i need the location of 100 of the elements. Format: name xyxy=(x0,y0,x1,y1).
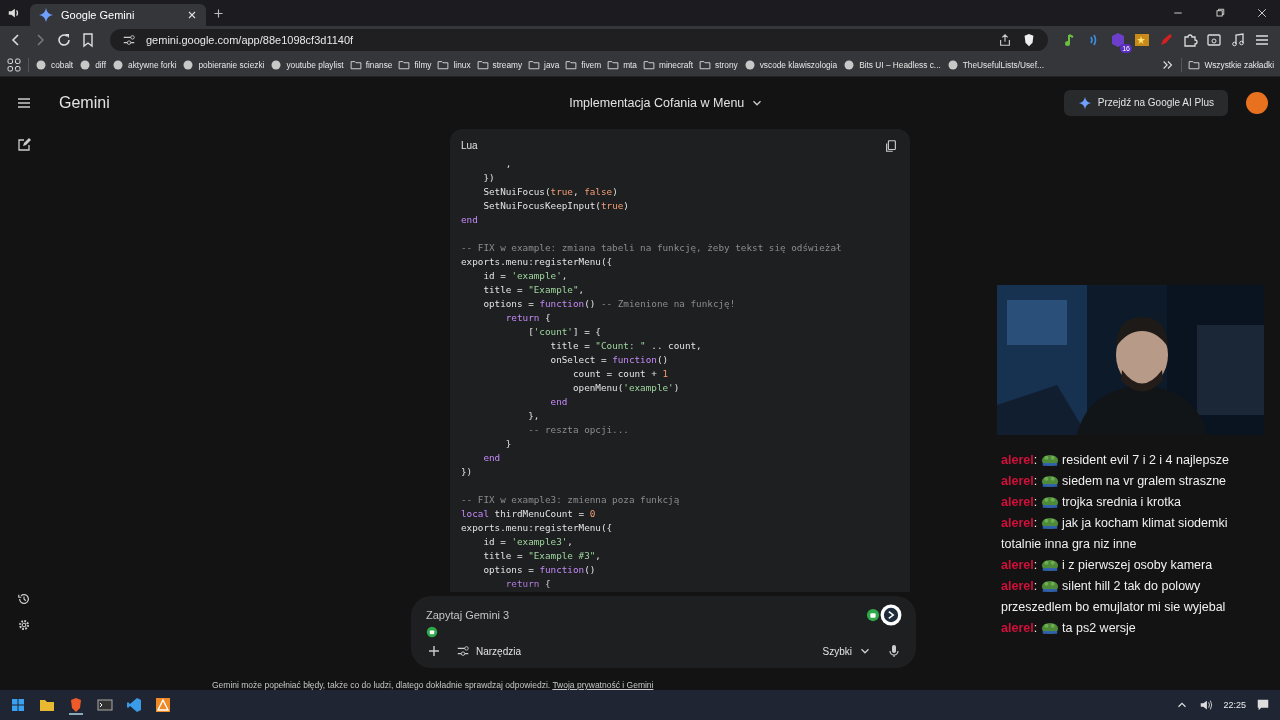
bookmark[interactable]: minecraft xyxy=(642,59,694,71)
bookmark[interactable]: finanse xyxy=(349,59,393,71)
address-bar[interactable]: gemini.google.com/app/88e1098cf3d1140f xyxy=(110,29,1048,51)
folder-icon xyxy=(607,59,620,71)
folder-icon xyxy=(642,59,655,71)
notification-icon[interactable] xyxy=(1256,698,1270,712)
code-language: Lua xyxy=(461,140,478,152)
code-line: local thirdMenuCount = 0 xyxy=(461,506,597,521)
share-icon[interactable] xyxy=(998,33,1012,47)
bookmark[interactable]: diff xyxy=(79,59,107,71)
bookmark[interactable]: streamy xyxy=(476,59,523,71)
folder-icon[interactable] xyxy=(39,697,55,713)
code-line: SetNuiFocusKeepInput(true) xyxy=(482,198,630,213)
code-line: }, xyxy=(527,408,541,423)
site-icon xyxy=(182,59,195,71)
code-line: } xyxy=(504,436,513,451)
code-line: end xyxy=(482,450,502,465)
prompt-input[interactable]: Zapytaj Gemini 3 xyxy=(426,609,866,622)
tune-icon xyxy=(456,644,470,659)
puzzle-icon[interactable] xyxy=(1182,32,1198,48)
close-icon[interactable] xyxy=(186,9,198,21)
restore-icon[interactable] xyxy=(1214,7,1226,19)
site-icon xyxy=(79,59,92,71)
folder-icon xyxy=(349,59,362,71)
new-tab-icon[interactable] xyxy=(212,6,225,20)
menu-icon[interactable] xyxy=(16,95,32,111)
code-line: ['count'] = { xyxy=(527,324,602,339)
clock[interactable]: 22:25 xyxy=(1223,700,1246,710)
windows-icon[interactable] xyxy=(10,697,26,713)
bookmark[interactable]: vscode klawiszologia xyxy=(743,59,838,71)
code-editor-icon[interactable] xyxy=(126,697,142,713)
code-line: options = function() xyxy=(482,562,597,577)
upgrade-button[interactable]: Przejdź na Google AI Plus xyxy=(1063,89,1228,116)
folder-icon xyxy=(565,59,578,71)
folder-icon xyxy=(437,59,450,71)
history-icon[interactable] xyxy=(17,592,31,606)
mode-dropdown[interactable]: Szybki xyxy=(818,642,876,661)
site-icon xyxy=(946,59,959,71)
bookmark-icon[interactable] xyxy=(80,32,96,48)
triangle-icon[interactable] xyxy=(155,697,171,713)
folder-icon xyxy=(1188,59,1201,71)
site-icon xyxy=(270,59,283,71)
frog-emote-icon xyxy=(1040,474,1059,487)
frog-emote-icon xyxy=(1040,495,1059,508)
microphone-icon[interactable] xyxy=(886,643,902,660)
browser-tab[interactable]: Google Gemini xyxy=(30,4,206,26)
close-icon[interactable] xyxy=(1256,7,1268,19)
edit-icon[interactable] xyxy=(16,137,32,153)
frog-emote-icon xyxy=(1040,453,1059,466)
bookmark[interactable]: filmy xyxy=(398,59,432,71)
window-icon[interactable] xyxy=(1206,32,1222,48)
settings-icon[interactable] xyxy=(17,618,31,632)
bookmark[interactable]: linux xyxy=(437,59,471,71)
music-icon[interactable] xyxy=(1230,32,1246,48)
chat-message: alerel: trojka srednia i krotka xyxy=(1001,494,1182,511)
code-line: end xyxy=(549,394,569,409)
bookmark[interactable]: cobalt xyxy=(35,59,74,71)
speaker-icon[interactable] xyxy=(7,6,21,20)
code-line: return { xyxy=(504,310,552,325)
code-line: -- FIX w example3: zmienna poza funkcją xyxy=(461,492,681,507)
bookmark[interactable]: pobieranie sciezki xyxy=(182,59,265,71)
frog-emote-icon xyxy=(1040,516,1059,529)
terminal-icon[interactable] xyxy=(97,697,113,713)
copy-icon[interactable] xyxy=(884,138,898,153)
chat-message: alerel: i z pierwszej osoby kamera xyxy=(1001,557,1214,574)
code-line: exports.menu:registerMenu({ xyxy=(461,520,614,535)
gemini-logo[interactable]: Gemini xyxy=(59,93,110,112)
bookmark[interactable]: java xyxy=(528,59,560,71)
site-icon xyxy=(743,59,756,71)
code-line: options = function() -- Zmienione na funkcję! xyxy=(482,296,737,311)
bookmark[interactable]: mta xyxy=(607,59,637,71)
privacy-link[interactable]: Twoja prywatność i Gemini xyxy=(552,680,654,690)
bookmark[interactable]: strony xyxy=(699,59,738,71)
site-icon xyxy=(35,59,47,71)
bookmark[interactable]: youtube playlist xyxy=(270,59,344,71)
bookmark[interactable]: fivem xyxy=(565,59,602,71)
chat-message: alerel: siedem na vr gralem straszne xyxy=(1001,473,1228,490)
conversation-title[interactable]: Implementacja Cofania w Menu xyxy=(569,95,765,110)
bookmark[interactable]: aktywne forki xyxy=(112,59,177,71)
bookmark[interactable]: Bits UI – Headless c... xyxy=(843,59,941,71)
code-line: onSelect = function() xyxy=(549,352,670,367)
code-line: end xyxy=(461,212,479,227)
shield-icon[interactable] xyxy=(1022,33,1036,47)
code-line: title = "Example", xyxy=(482,282,586,297)
extension-icon xyxy=(426,626,438,639)
assistant-icon[interactable] xyxy=(880,604,902,627)
bookmark[interactable]: TheUsefulLists/Usef... xyxy=(946,59,1044,71)
bookmark[interactable]: Wszystkie zakładki xyxy=(1188,59,1274,71)
code-line: exports.menu:registerMenu({ xyxy=(461,254,614,269)
reload-icon[interactable] xyxy=(56,32,72,48)
speaker-icon[interactable] xyxy=(1199,698,1214,712)
apps-icon[interactable] xyxy=(6,57,22,73)
sparkle-icon xyxy=(38,7,54,23)
menu-icon[interactable] xyxy=(1254,32,1270,48)
avatar[interactable] xyxy=(1246,91,1268,114)
tools-button[interactable]: Narzędzia xyxy=(452,642,526,661)
code-line: -- reszta opcji... xyxy=(527,422,630,437)
code-line: id = 'example3', xyxy=(482,534,574,549)
frog-emote-icon xyxy=(1040,621,1059,634)
code-line: openMenu('example') xyxy=(571,380,681,395)
